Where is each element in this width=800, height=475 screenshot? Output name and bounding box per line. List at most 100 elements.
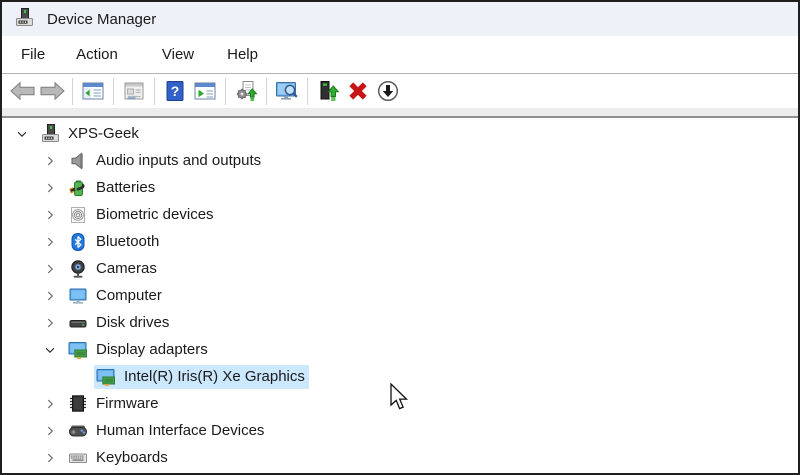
- camera-icon: [68, 259, 88, 279]
- chevron-collapsed-icon[interactable]: [42, 450, 58, 466]
- tree-node[interactable]: Computer: [66, 284, 166, 308]
- properties-icon: [122, 79, 146, 103]
- chevron-collapsed-icon[interactable]: [42, 423, 58, 439]
- bluetooth-icon: [68, 232, 88, 252]
- tree-row-xps-geek: XPS-Geek: [2, 120, 798, 147]
- tree-node[interactable]: Batteries: [66, 176, 159, 200]
- gamepad-icon: [68, 421, 88, 441]
- menu-file[interactable]: File: [10, 39, 56, 70]
- computer-search-button[interactable]: [272, 76, 302, 106]
- monitor-search-icon: [275, 79, 299, 103]
- chevron-collapsed-icon[interactable]: [42, 207, 58, 223]
- window-title: Device Manager: [47, 10, 157, 28]
- chevron-collapsed-icon[interactable]: [42, 180, 58, 196]
- tree-node-label: Disk drives: [96, 313, 170, 331]
- help-icon: ?: [163, 79, 187, 103]
- tree-row-keyboards: Keyboards: [2, 444, 798, 471]
- toolbar-bottom-edge: [2, 108, 798, 118]
- computer-root-icon: [40, 123, 60, 144]
- toolbar-separator: [154, 77, 155, 105]
- show-console-window-button[interactable]: [190, 76, 220, 106]
- titlebar: Device Manager: [2, 2, 798, 36]
- console-window-icon: [193, 79, 217, 103]
- tree-node[interactable]: Human Interface Devices: [66, 419, 268, 443]
- toolbar-separator: [225, 77, 226, 105]
- menu-action[interactable]: Action: [65, 39, 129, 70]
- display-adapter-icon: [68, 340, 88, 360]
- tree-node[interactable]: Disk drives: [66, 311, 173, 335]
- tree-node-label: Computer: [96, 286, 162, 304]
- tree-node[interactable]: Firmware: [66, 392, 163, 416]
- tree-node-label: Audio inputs and outputs: [96, 151, 262, 169]
- tree-node-label: Cameras: [96, 259, 157, 277]
- tree-row-intel-r-iris-r-xe-graphics: Intel(R) Iris(R) Xe Graphics: [2, 363, 798, 390]
- firmware-chip-icon: [68, 394, 88, 414]
- menu-view[interactable]: View: [151, 39, 205, 70]
- uninstall-icon: [346, 79, 370, 103]
- tree-row-disk-drives: Disk drives: [2, 309, 798, 336]
- chevron-collapsed-icon[interactable]: [42, 234, 58, 250]
- tree-node-label: Bluetooth: [96, 232, 160, 250]
- chevron-expanded-icon[interactable]: [14, 126, 30, 142]
- chevron-collapsed-icon[interactable]: [42, 288, 58, 304]
- tree-node[interactable]: Bluetooth: [66, 230, 163, 254]
- back-button[interactable]: [7, 76, 37, 106]
- chevron-collapsed-icon[interactable]: [42, 396, 58, 412]
- fingerprint-icon: [68, 205, 88, 225]
- tree-row-firmware: Firmware: [2, 390, 798, 417]
- scan-for-hardware-changes-button[interactable]: [231, 76, 261, 106]
- arrow-right-icon: [39, 80, 66, 102]
- toolbar-separator: [307, 77, 308, 105]
- tree-node[interactable]: Biometric devices: [66, 203, 218, 227]
- tree-node-label: Human Interface Devices: [96, 421, 265, 439]
- properties-button[interactable]: [119, 76, 149, 106]
- update-driver-icon: [316, 79, 340, 103]
- chevron-expanded-icon[interactable]: [42, 342, 58, 358]
- forward-button[interactable]: [37, 76, 67, 106]
- tree-node-label: Display adapters: [96, 340, 208, 358]
- tree-node-label: Biometric devices: [96, 205, 214, 223]
- battery-icon: [68, 178, 88, 198]
- tree-row-human-interface-devices: Human Interface Devices: [2, 417, 798, 444]
- speaker-icon: [68, 151, 88, 171]
- disable-icon: [376, 79, 400, 103]
- tree-row-audio-inputs-and-outputs: Audio inputs and outputs: [2, 147, 798, 174]
- toolbar-separator: [113, 77, 114, 105]
- device-manager-window: Device Manager File Action View Help ? XPS-…: [0, 0, 800, 475]
- chevron-collapsed-icon[interactable]: [42, 315, 58, 331]
- show-hide-console-tree-button[interactable]: [78, 76, 108, 106]
- keyboard-icon: [68, 448, 88, 468]
- tree-node[interactable]: Cameras: [66, 257, 161, 281]
- svg-text:?: ?: [171, 83, 180, 99]
- tree-row-bluetooth: Bluetooth: [2, 228, 798, 255]
- device-manager-app-icon: [14, 8, 36, 30]
- tree-node-label: Intel(R) Iris(R) Xe Graphics: [124, 367, 305, 385]
- tree-node-label: Batteries: [96, 178, 156, 196]
- tree-node[interactable]: Intel(R) Iris(R) Xe Graphics: [94, 364, 309, 389]
- display-adapter-icon: [96, 367, 116, 387]
- scan-hardware-icon: [234, 79, 258, 103]
- chevron-collapsed-icon[interactable]: [42, 261, 58, 277]
- help-button[interactable]: ?: [160, 76, 190, 106]
- tree-node-label: XPS-Geek: [68, 124, 139, 142]
- tree-node[interactable]: Keyboards: [66, 446, 172, 470]
- monitor-icon: [68, 286, 88, 306]
- device-tree: XPS-Geek Audio inputs and outputs Batterie…: [2, 118, 798, 471]
- tree-node[interactable]: Display adapters: [66, 338, 212, 362]
- chevron-collapsed-icon[interactable]: [42, 153, 58, 169]
- disable-device-button[interactable]: [373, 76, 403, 106]
- tree-node[interactable]: Audio inputs and outputs: [66, 149, 265, 173]
- tree-row-computer: Computer: [2, 282, 798, 309]
- tree-node[interactable]: XPS-Geek: [38, 122, 143, 146]
- tree-row-display-adapters: Display adapters: [2, 336, 798, 363]
- menu-bar: File Action View Help: [2, 36, 798, 74]
- update-driver-button[interactable]: [313, 76, 343, 106]
- arrow-left-icon: [9, 80, 36, 102]
- disk-icon: [68, 313, 88, 333]
- tree-row-biometric-devices: Biometric devices: [2, 201, 798, 228]
- uninstall-device-button[interactable]: [343, 76, 373, 106]
- toolbar-separator: [266, 77, 267, 105]
- tree-node-label: Keyboards: [96, 448, 168, 466]
- menu-help[interactable]: Help: [216, 39, 269, 70]
